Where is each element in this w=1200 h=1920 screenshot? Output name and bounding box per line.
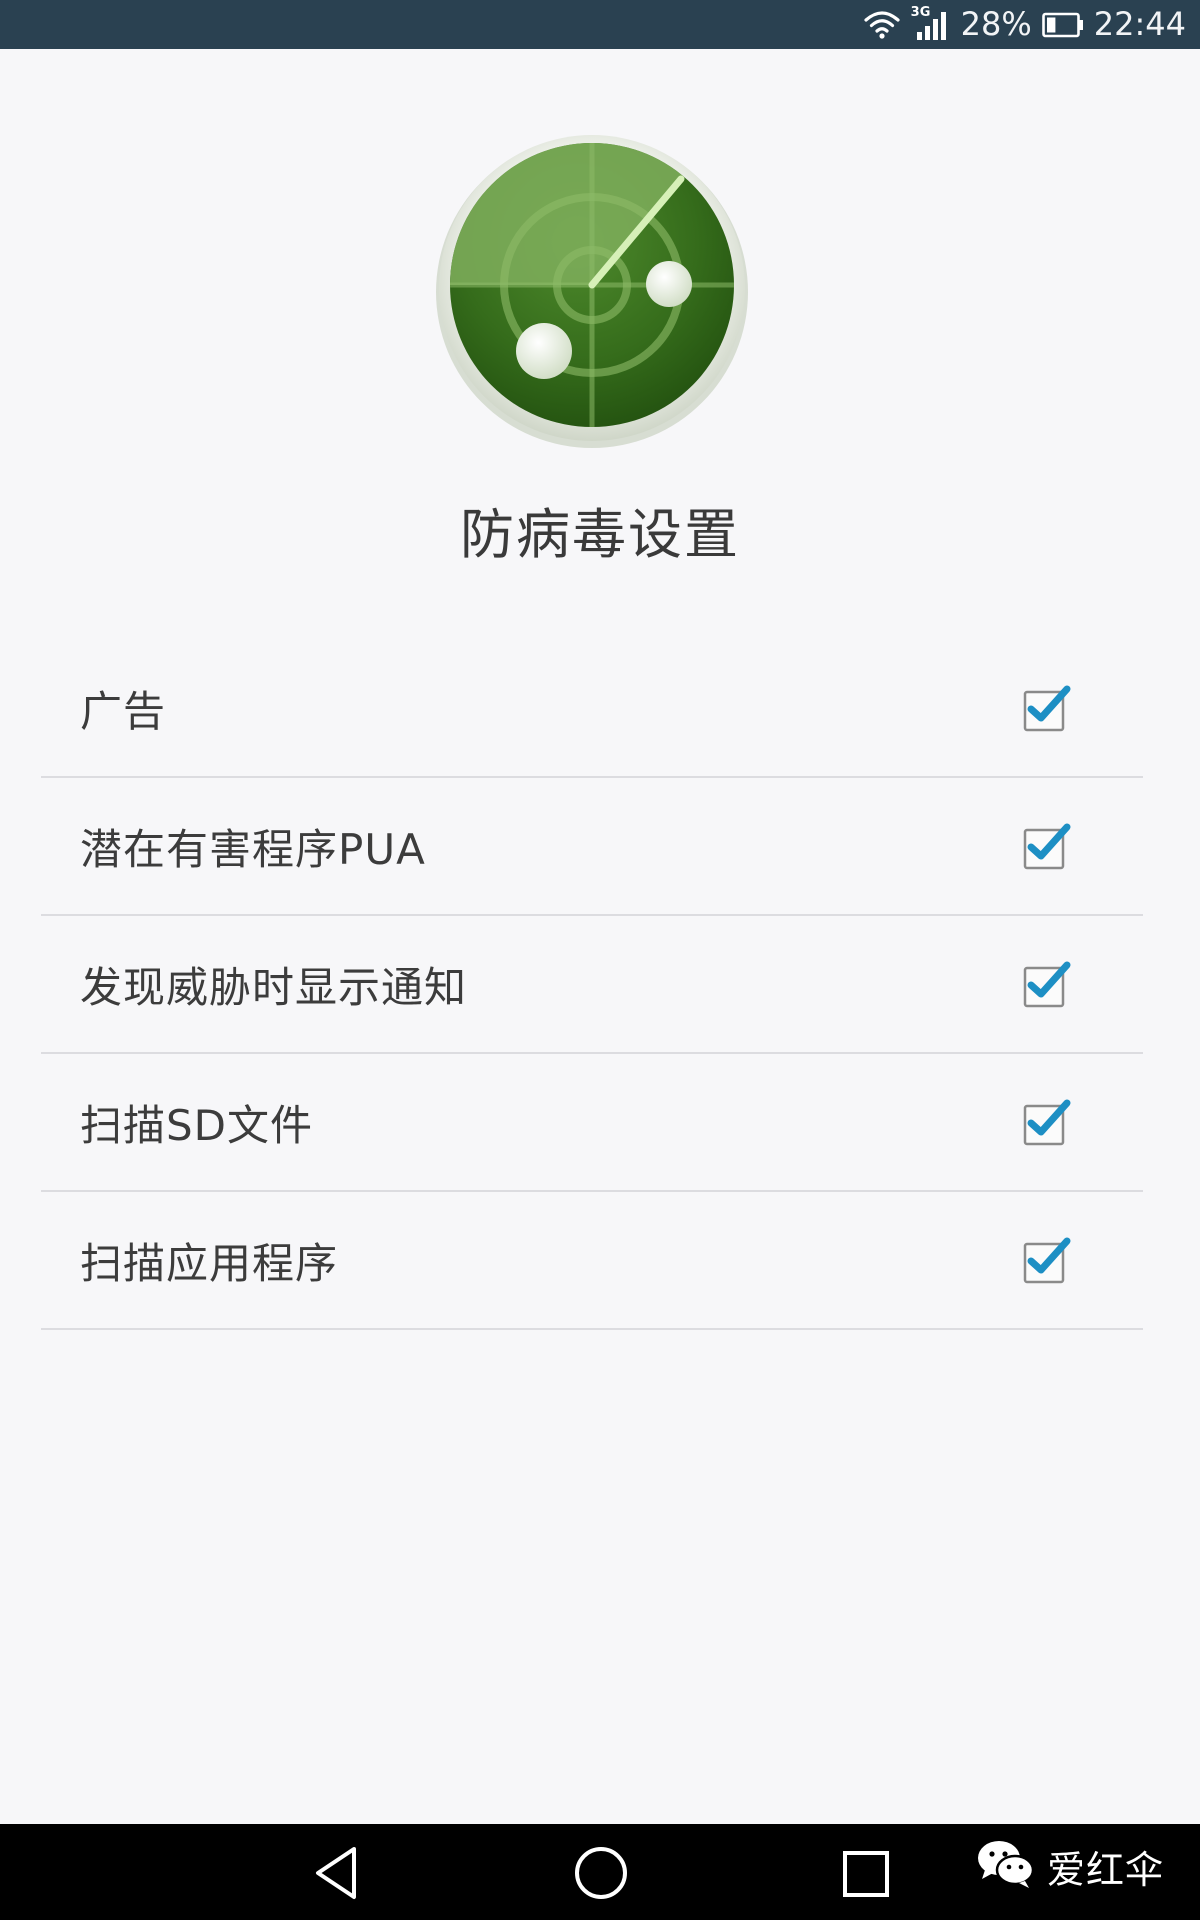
clock: 22:44	[1093, 5, 1186, 43]
back-icon	[276, 1824, 396, 1920]
recents-icon	[806, 1824, 926, 1920]
battery-icon	[1041, 12, 1084, 38]
setting-row-pua[interactable]: 潜在有害程序PUA	[41, 778, 1143, 916]
status-icons: 3G 28% 22:44	[863, 0, 1186, 49]
settings-list: 广告 潜在有害程序PUA 发现威胁时显示通知 扫描SD文件 扫描应用程序	[41, 640, 1143, 1330]
radar-scanner-icon	[433, 133, 751, 451]
setting-label: 扫描SD文件	[80, 1100, 314, 1150]
home-icon	[541, 1824, 661, 1920]
recents-button[interactable]	[806, 1824, 926, 1920]
battery-percent: 28%	[960, 5, 1032, 43]
setting-row-ads[interactable]: 广告	[41, 640, 1143, 778]
setting-row-scan-apps[interactable]: 扫描应用程序	[41, 1192, 1143, 1330]
ads-checkbox[interactable]	[1023, 684, 1071, 732]
signal-icon: 3G	[911, 5, 951, 42]
watermark-text: 爱红伞	[1046, 1847, 1164, 1892]
back-button[interactable]	[276, 1824, 396, 1920]
threat-notification-checkbox[interactable]	[1023, 960, 1071, 1008]
pua-checkbox[interactable]	[1023, 822, 1071, 870]
watermark: 爱红伞	[975, 1838, 1164, 1894]
battery-fill	[1046, 17, 1056, 32]
status-bar: 3G 28% 22:44	[0, 0, 1200, 49]
setting-label: 潜在有害程序PUA	[80, 824, 426, 874]
wechat-icon	[975, 1838, 1037, 1894]
setting-label: 广告	[80, 686, 167, 736]
setting-row-scan-sd[interactable]: 扫描SD文件	[41, 1054, 1143, 1192]
setting-row-threat-notification[interactable]: 发现威胁时显示通知	[41, 916, 1143, 1054]
scan-apps-checkbox[interactable]	[1023, 1236, 1071, 1284]
setting-label: 扫描应用程序	[80, 1238, 339, 1288]
navigation-bar: 爱红伞	[0, 1824, 1200, 1920]
wifi-icon	[863, 10, 901, 40]
home-button[interactable]	[541, 1824, 661, 1920]
screen: 3G 28% 22:44 防病毒设置 广告 潜在有害程序PUA 发现威胁时显示通…	[0, 0, 1200, 1920]
setting-label: 发现威胁时显示通知	[80, 962, 468, 1012]
scan-sd-checkbox[interactable]	[1023, 1098, 1071, 1146]
page-title: 防病毒设置	[460, 503, 740, 566]
